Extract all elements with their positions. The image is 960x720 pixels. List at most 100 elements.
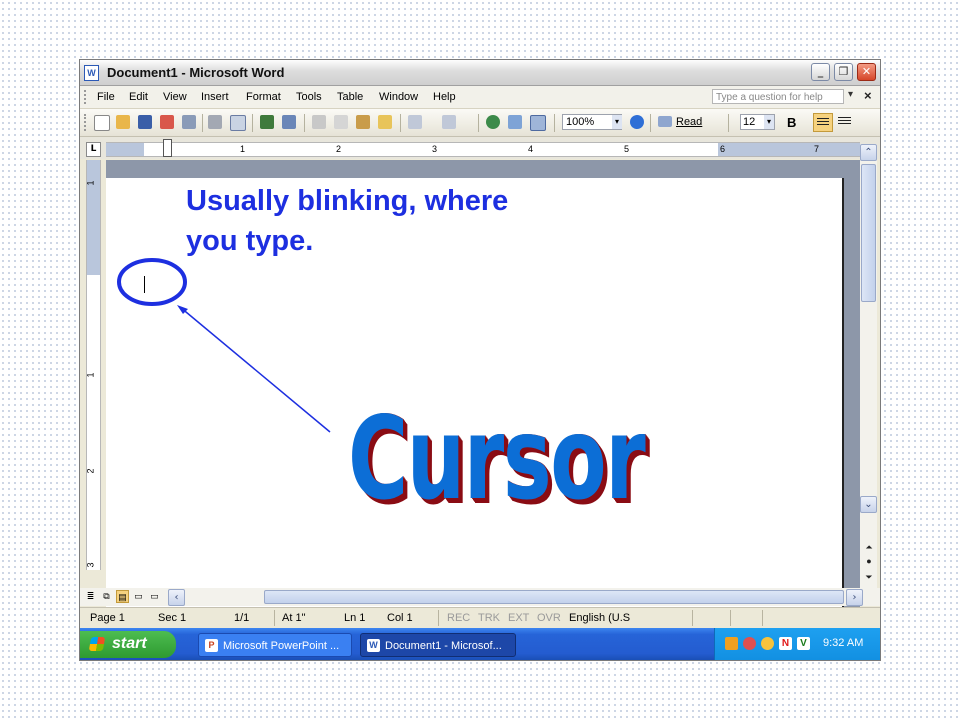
vertical-ruler-number: 1 — [85, 180, 96, 186]
clock[interactable]: 9:32 AM — [823, 637, 863, 649]
toolbar-separator — [400, 114, 401, 132]
taskbar-powerpoint-button[interactable]: P Microsoft PowerPoint ... — [198, 633, 352, 657]
new-icon[interactable] — [94, 115, 110, 131]
vertical-ruler-number: 1 — [85, 372, 96, 378]
menu-view[interactable]: View — [163, 91, 187, 103]
status-rec[interactable]: REC — [447, 612, 470, 624]
vertical-ruler-number: 3 — [85, 562, 96, 568]
previous-page-icon[interactable]: ⏶ — [862, 542, 876, 553]
indent-marker[interactable] — [163, 139, 172, 157]
undo-icon[interactable] — [408, 115, 422, 129]
taskbar-word-button[interactable]: W Document1 - Microsof... — [360, 633, 516, 657]
ruler-number: 1 — [240, 144, 246, 154]
minimize-button[interactable]: _ — [811, 63, 830, 81]
status-section: Sec 1 — [158, 612, 187, 624]
open-icon[interactable] — [116, 115, 130, 129]
zoom-dropdown-icon[interactable]: ▾ — [612, 115, 622, 129]
document-close-icon[interactable]: × — [864, 88, 872, 103]
reading-layout-view-icon[interactable]: ▭ — [148, 590, 161, 603]
status-at: At 1" — [282, 612, 306, 624]
scroll-left-button[interactable]: ‹ — [168, 589, 185, 606]
menu-tools[interactable]: Tools — [296, 91, 322, 103]
status-column: Col 1 — [387, 612, 413, 624]
status-trk[interactable]: TRK — [478, 612, 500, 624]
horizontal-ruler[interactable]: 1 2 3 4 5 6 7 — [106, 139, 860, 157]
help-dropdown-icon[interactable]: ▾ — [848, 89, 853, 100]
format-painter-icon[interactable] — [378, 115, 392, 129]
start-button[interactable]: start — [80, 631, 176, 658]
book-icon[interactable] — [658, 116, 672, 127]
menu-insert[interactable]: Insert — [201, 91, 229, 103]
paste-icon[interactable] — [356, 115, 370, 129]
print-preview-icon[interactable] — [230, 115, 246, 131]
scroll-right-button[interactable]: › — [846, 589, 863, 606]
web-layout-view-icon[interactable]: ⧉ — [100, 590, 113, 603]
taskbar-item-label: Microsoft PowerPoint ... — [223, 640, 340, 652]
user-icon[interactable] — [761, 637, 774, 650]
next-page-icon[interactable]: ⏷ — [862, 572, 876, 583]
menu-format[interactable]: Format — [246, 91, 281, 103]
horizontal-scroll-thumb[interactable] — [264, 590, 844, 604]
help-question-input[interactable]: Type a question for help — [712, 89, 844, 104]
menu-grip-icon[interactable] — [84, 90, 89, 104]
align-left-icon — [817, 118, 829, 127]
toolbar-separator — [554, 114, 555, 132]
tables-borders-icon[interactable] — [508, 115, 522, 129]
vpn-icon[interactable]: V — [797, 637, 810, 650]
center-align-icon[interactable] — [838, 117, 851, 126]
spelling-icon[interactable] — [260, 115, 274, 129]
toolbar-grip-icon[interactable] — [84, 114, 89, 131]
insert-table-icon[interactable] — [530, 115, 546, 131]
messenger-icon[interactable] — [725, 637, 738, 650]
menu-edit[interactable]: Edit — [129, 91, 148, 103]
vertical-scroll-thumb[interactable] — [861, 164, 876, 302]
print-layout-view-icon[interactable]: ▤ — [116, 590, 129, 603]
menu-table[interactable]: Table — [337, 91, 363, 103]
status-divider — [274, 610, 275, 626]
hyperlink-icon[interactable] — [486, 115, 500, 129]
select-browse-object-icon[interactable]: ● — [862, 556, 876, 566]
window-title: Document1 - Microsoft Word — [107, 65, 285, 80]
menu-window[interactable]: Window — [379, 91, 418, 103]
bold-button[interactable]: B — [787, 115, 796, 130]
antivirus-n-icon[interactable]: N — [779, 637, 792, 650]
read-button[interactable]: Read — [676, 116, 702, 128]
vertical-ruler[interactable]: 1 1 2 3 — [86, 160, 101, 570]
status-ext[interactable]: EXT — [508, 612, 529, 624]
windows-taskbar: start P Microsoft PowerPoint ... W Docum… — [80, 628, 880, 660]
status-divider — [730, 610, 731, 626]
research-icon[interactable] — [282, 115, 296, 129]
help-icon[interactable] — [630, 115, 644, 129]
close-button[interactable]: ✕ — [857, 63, 876, 81]
title-bar[interactable]: W Document1 - Microsoft Word _ ❐ ✕ — [80, 60, 880, 86]
scroll-down-button[interactable]: ⌄ — [860, 496, 877, 513]
print-icon[interactable] — [208, 115, 222, 129]
status-divider — [692, 610, 693, 626]
vertical-ruler-number: 2 — [85, 468, 96, 474]
menu-help[interactable]: Help — [433, 91, 456, 103]
scroll-up-button[interactable]: ⌃ — [860, 144, 877, 161]
redo-icon[interactable] — [442, 115, 456, 129]
toolbar-separator — [478, 114, 479, 132]
save-icon[interactable] — [138, 115, 152, 129]
menu-file[interactable]: File — [97, 91, 115, 103]
status-ovr[interactable]: OVR — [537, 612, 561, 624]
vertical-ruler-top-margin — [87, 160, 100, 275]
start-label: start — [112, 635, 147, 652]
align-left-button[interactable] — [813, 113, 833, 132]
permission-icon[interactable] — [160, 115, 174, 129]
taskbar-item-label: Document1 - Microsof... — [385, 640, 502, 652]
normal-view-icon[interactable]: ≣ — [84, 590, 97, 603]
tab-selector-button[interactable]: L — [86, 142, 101, 157]
word-document-icon[interactable]: W — [84, 65, 99, 81]
copy-icon[interactable] — [334, 115, 348, 129]
outline-view-icon[interactable]: ▭ — [132, 590, 145, 603]
network-icon[interactable] — [743, 637, 756, 650]
vertical-scrollbar[interactable]: ⌃ ⌄ — [860, 144, 877, 589]
status-language[interactable]: English (U.S — [569, 612, 630, 624]
windows-logo-icon — [88, 637, 106, 651]
font-size-dropdown-icon[interactable]: ▾ — [764, 115, 774, 129]
restore-button[interactable]: ❐ — [834, 63, 853, 81]
email-icon[interactable] — [182, 115, 196, 129]
cut-icon[interactable] — [312, 115, 326, 129]
